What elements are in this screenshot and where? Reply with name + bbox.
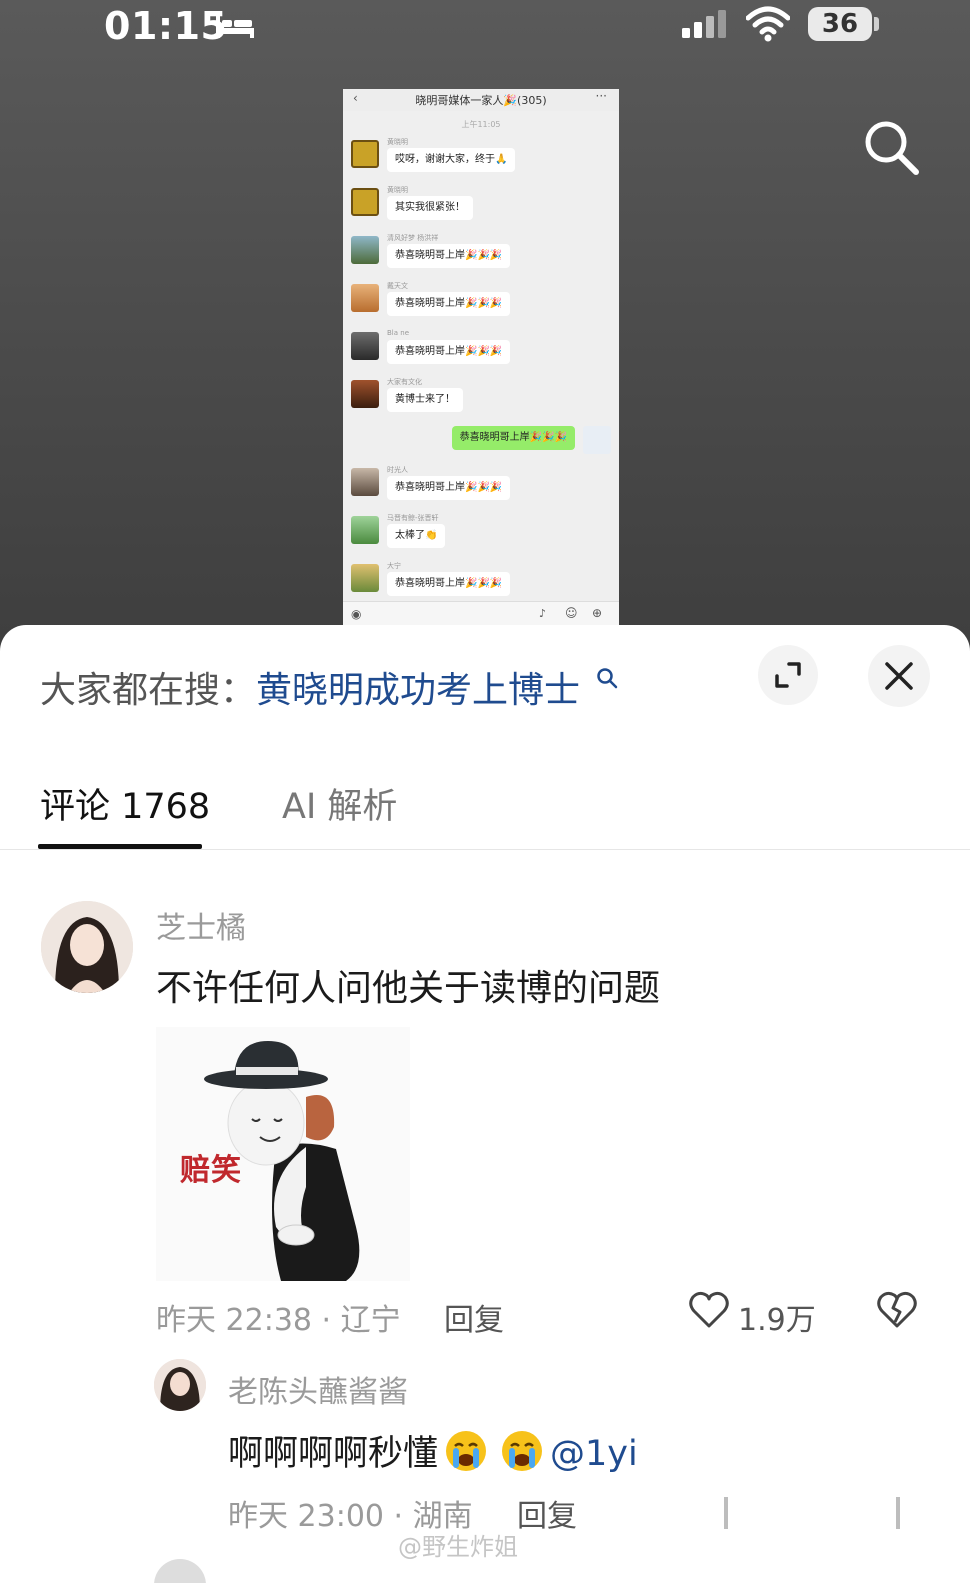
chat-sender: 马晋有鲸-张晋轩	[387, 514, 439, 522]
chat-message: 黄晓明 其实我很紧张！	[343, 182, 619, 230]
crying-emoji-icon	[446, 1431, 487, 1471]
chat-bubble: 其实我很紧张！	[387, 196, 473, 220]
chat-message: 清风好梦 杨洪祥 恭喜晓明哥上岸🎉🎉🎉	[343, 230, 619, 278]
expand-icon	[775, 662, 801, 688]
faded-action-icons	[724, 1497, 900, 1529]
wifi-icon	[746, 6, 790, 42]
tab-comments[interactable]: 评论 1768	[40, 778, 210, 829]
avatar	[583, 426, 611, 454]
chat-time: 上午11:05	[461, 120, 501, 129]
chat-header: ‹ 晓明哥媒体一家人🎉(305) ···	[343, 89, 619, 111]
chat-message: 黄晓明 哎呀，谢谢大家，终于🙏	[343, 134, 619, 182]
reply-button[interactable]: 回复	[517, 1491, 577, 1535]
chat-bubble: 恭喜晓明哥上岸🎉🎉🎉	[387, 572, 511, 596]
video-preview-area: 01:15 36 ‹ 晓明哥媒体一家人🎉(305) ··· 上午11:05 黄晓…	[0, 0, 970, 660]
sticker-image[interactable]: 赔笑	[156, 1027, 410, 1281]
like-count: 1.9万	[738, 1303, 816, 1338]
avatar	[351, 380, 379, 408]
comment-text: 不许任何人问他关于读博的问题	[156, 968, 661, 1009]
close-button[interactable]	[868, 645, 930, 707]
chat-sender: 清风好梦 杨洪祥	[387, 234, 439, 242]
chat-sender: 戴天文	[387, 282, 408, 290]
comment-username[interactable]: 芝士橘	[156, 903, 246, 947]
chat-bubble: 恭喜晓明哥上岸🎉🎉🎉	[451, 426, 575, 450]
chat-message-self: 恭喜晓明哥上岸🎉🎉🎉	[343, 422, 619, 462]
chat-sender: 大宁	[387, 562, 401, 570]
hot-search-link[interactable]: 黄晓明成功考上博士	[256, 670, 580, 711]
avatar	[351, 236, 379, 264]
tab-bar: 评论 1768 AI 解析	[0, 770, 970, 850]
chat-message: 马晋有鲸-张晋轩 太棒了👏	[343, 510, 619, 558]
chat-bubble: 恭喜晓明哥上岸🎉🎉🎉	[387, 476, 511, 500]
tab-ai-analysis[interactable]: AI 解析	[282, 778, 397, 829]
chat-bubble: 哎呀，谢谢大家，终于🙏	[387, 148, 516, 172]
hot-search-prefix: 大家都在搜：	[40, 670, 257, 711]
broken-heart-icon[interactable]	[876, 1290, 918, 1330]
chat-bubble: 恭喜晓明哥上岸🎉🎉🎉	[387, 244, 511, 268]
active-tab-indicator	[38, 844, 202, 849]
avatar	[351, 188, 379, 216]
plus-icon: ⊕	[592, 606, 603, 620]
avatar	[351, 284, 379, 312]
more-icon: ···	[595, 89, 607, 103]
avatar	[351, 140, 379, 168]
chat-message: 大宁 恭喜晓明哥上岸🎉🎉🎉	[343, 558, 619, 606]
avatar[interactable]	[41, 901, 133, 993]
chat-sender: 大家有文化	[387, 378, 422, 386]
status-bar: 01:15 36	[0, 0, 970, 60]
avatar[interactable]	[154, 1559, 206, 1583]
chat-bubble: 太棒了👏	[387, 524, 446, 548]
battery-tip	[874, 17, 879, 31]
mic-icon: ♪	[539, 607, 547, 620]
battery-icon: 36	[808, 7, 872, 41]
chat-message: 戴天文 恭喜晓明哥上岸🎉🎉🎉	[343, 278, 619, 326]
crying-emoji-icon	[502, 1431, 543, 1471]
hot-search-bar[interactable]: 大家都在搜：黄晓明成功考上博士	[40, 661, 580, 713]
avatar	[351, 332, 379, 360]
expand-button[interactable]	[758, 645, 818, 705]
reply-text-body: 啊啊啊啊秒懂	[228, 1434, 439, 1474]
chat-sender: 黄晓明	[387, 138, 408, 146]
chat-bubble: 恭喜晓明哥上岸🎉🎉🎉	[387, 292, 511, 316]
heart-icon[interactable]	[688, 1290, 730, 1330]
avatar[interactable]	[154, 1359, 206, 1411]
comments-sheet: 大家都在搜：黄晓明成功考上博士 评论 1768 AI 解析 芝士橘 不许任何人问…	[0, 625, 970, 1583]
chat-title: 晓明哥媒体一家人🎉(305)	[415, 94, 547, 107]
chat-bubble: 黄博士来了！	[387, 388, 463, 412]
chat-message: 大家有文化 黄博士来了！	[343, 374, 619, 422]
sticker-caption: 赔笑	[180, 1153, 242, 1188]
embedded-chat-screenshot[interactable]: ‹ 晓明哥媒体一家人🎉(305) ··· 上午11:05 黄晓明 哎呀，谢谢大家…	[343, 89, 619, 627]
chat-sender: 时光人	[387, 466, 408, 474]
chat-message: 时光人 恭喜晓明哥上岸🎉🎉🎉	[343, 462, 619, 510]
reply-text: 啊啊啊啊秒懂 @1yi	[228, 1425, 638, 1476]
reply-button[interactable]: 回复	[444, 1295, 504, 1339]
chat-message: Bla ne 恭喜晓明哥上岸🎉🎉🎉	[343, 326, 619, 374]
small-search-icon	[597, 668, 618, 689]
status-time: 01:15	[104, 4, 228, 48]
mention-link[interactable]: @1yi	[550, 1434, 638, 1474]
signal-icon	[682, 10, 726, 38]
chat-sender: 黄晓明	[387, 186, 408, 194]
avatar	[351, 516, 379, 544]
watermark: @野生炸姐	[398, 1533, 518, 1561]
bed-icon	[216, 16, 254, 38]
chat-sender: Bla ne	[387, 329, 410, 337]
emoji-icon: ☺	[565, 606, 578, 620]
search-icon[interactable]	[862, 118, 920, 176]
reply-username[interactable]: 老陈头蘸酱酱	[228, 1367, 408, 1411]
chat-bubble: 恭喜晓明哥上岸🎉🎉🎉	[387, 340, 511, 364]
avatar	[351, 564, 379, 592]
close-icon	[885, 662, 913, 690]
voice-icon: ◉	[351, 607, 362, 621]
comment-meta: 昨天 22:38 · 辽宁	[156, 1303, 401, 1338]
avatar	[351, 468, 379, 496]
chat-input-bar: ◉ ♪ ☺ ⊕	[343, 601, 619, 627]
